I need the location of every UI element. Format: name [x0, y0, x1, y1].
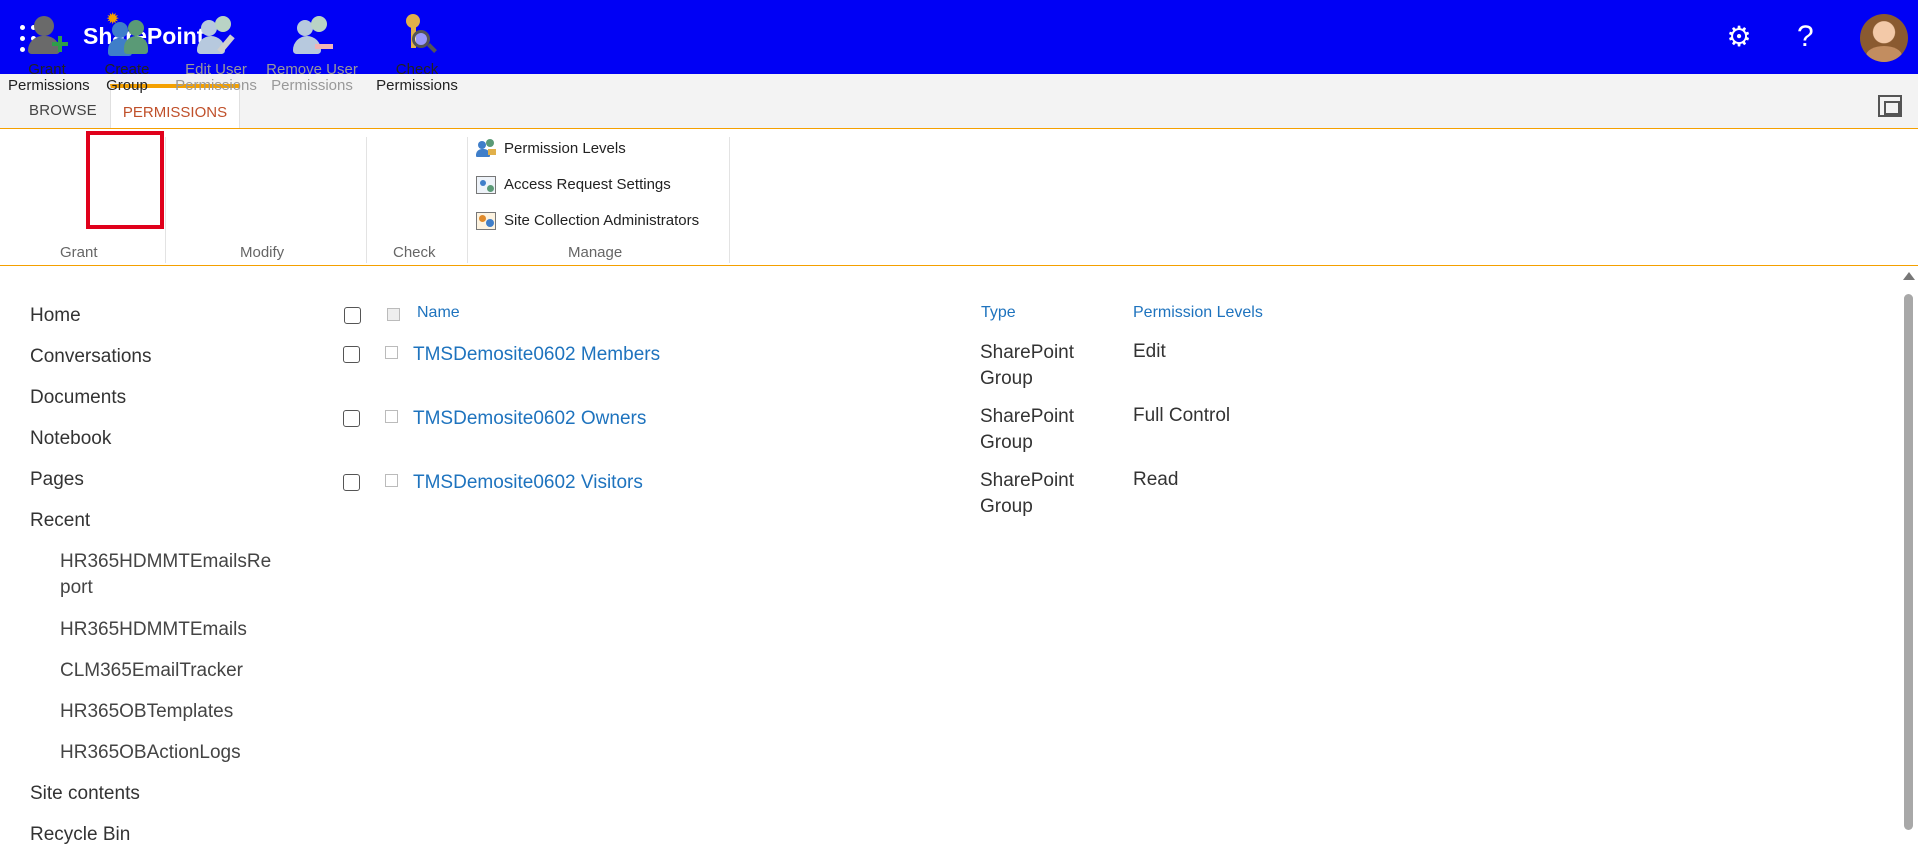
edit-user-permissions-icon: [193, 12, 239, 56]
nav-recycle-bin[interactable]: Recycle Bin: [30, 824, 130, 846]
remove-user-permissions-button[interactable]: Remove User Permissions: [263, 12, 361, 94]
row-permission: Edit: [1133, 341, 1166, 362]
group-link-owners[interactable]: TMSDemosite0602 Owners: [413, 408, 646, 430]
edit-user-permissions-label-2: Permissions: [175, 77, 257, 94]
remove-user-permissions-label-2: Permissions: [271, 77, 353, 94]
create-group-icon: ✹: [104, 12, 150, 56]
access-request-settings-button[interactable]: Access Request Settings: [476, 173, 671, 197]
check-permissions-label-2: Permissions: [376, 77, 458, 94]
row-type: SharePoint Group: [980, 342, 1075, 389]
nav-notebook[interactable]: Notebook: [30, 428, 111, 450]
nav-recent-clm365emailtracker[interactable]: CLM365EmailTracker: [60, 658, 280, 684]
select-all-checkbox[interactable]: [344, 307, 361, 324]
access-request-settings-icon: [476, 175, 498, 195]
ribbon-separator: [467, 137, 468, 263]
ribbon-separator: [366, 137, 367, 263]
site-collection-administrators-icon: [476, 211, 498, 231]
site-collection-administrators-button[interactable]: Site Collection Administrators: [476, 209, 699, 233]
row-permission: Read: [1133, 469, 1179, 490]
nav-site-contents[interactable]: Site contents: [30, 783, 140, 805]
row-checkbox[interactable]: [343, 474, 360, 491]
grant-permissions-button[interactable]: Grant Permissions: [8, 12, 90, 94]
edit-user-permissions-label-1: Edit User: [185, 61, 247, 78]
settings-gear-icon[interactable]: ⚙: [1724, 22, 1754, 52]
row-checkbox[interactable]: [343, 346, 360, 363]
tab-browse[interactable]: BROWSE: [29, 102, 97, 119]
nav-recent-hr365obactionlogs[interactable]: HR365OBActionLogs: [60, 740, 280, 766]
scrollbar-thumb[interactable]: [1904, 294, 1913, 830]
row-type: SharePoint Group: [980, 470, 1075, 517]
access-request-settings-label: Access Request Settings: [504, 176, 671, 193]
group-link-visitors[interactable]: TMSDemosite0602 Visitors: [413, 472, 643, 494]
grant-permissions-icon: [24, 12, 70, 56]
create-group-button[interactable]: ✹ Create Group: [92, 12, 162, 94]
row-item-checkbox[interactable]: [385, 474, 398, 487]
check-permissions-button[interactable]: Check Permissions: [374, 12, 460, 94]
check-permissions-label-1: Check: [395, 61, 439, 78]
nav-recent-hr365obtemplates[interactable]: HR365OBTemplates: [60, 699, 280, 725]
row-permission: Full Control: [1133, 405, 1231, 426]
row-type: SharePoint Group: [980, 406, 1075, 453]
remove-user-permissions-icon: [289, 12, 335, 56]
column-header-name[interactable]: Name: [417, 304, 460, 322]
grant-permissions-label-2: Permissions: [8, 77, 90, 94]
row-checkbox[interactable]: [343, 410, 360, 427]
row-item-checkbox[interactable]: [385, 410, 398, 423]
header-item-checkbox[interactable]: [387, 308, 400, 321]
grant-permissions-label-1: Grant: [28, 61, 66, 78]
focus-on-content-icon[interactable]: [1878, 95, 1902, 117]
create-group-highlight: [86, 131, 164, 229]
nav-conversations[interactable]: Conversations: [30, 346, 151, 368]
remove-user-permissions-label-1: Remove User: [266, 61, 358, 78]
row-item-checkbox[interactable]: [385, 346, 398, 359]
group-label-modify: Modify: [240, 244, 285, 261]
create-group-label-1: Create: [104, 61, 150, 78]
ribbon-separator: [729, 137, 730, 263]
column-header-permission-levels[interactable]: Permission Levels: [1133, 304, 1263, 322]
ribbon-permissions: [0, 129, 1918, 266]
permission-levels-icon: [476, 139, 498, 159]
group-link-members[interactable]: TMSDemosite0602 Members: [413, 344, 660, 366]
scroll-up-arrow-icon[interactable]: [1903, 272, 1915, 280]
help-icon[interactable]: ?: [1797, 20, 1814, 54]
nav-recent-hr365hdmmtemailsreport[interactable]: HR365HDMMTEmailsRe port: [60, 549, 275, 601]
group-label-check: Check: [393, 244, 436, 261]
ribbon-separator: [165, 137, 166, 263]
nav-recent-hr365hdmmtemails[interactable]: HR365HDMMTEmails: [60, 617, 280, 643]
column-header-type[interactable]: Type: [981, 304, 1016, 322]
nav-pages[interactable]: Pages: [30, 469, 84, 491]
edit-user-permissions-button[interactable]: Edit User Permissions: [172, 12, 260, 94]
nav-recent[interactable]: Recent: [30, 510, 90, 532]
vertical-scrollbar[interactable]: [1900, 270, 1916, 868]
nav-documents[interactable]: Documents: [30, 387, 126, 409]
group-label-grant: Grant: [60, 244, 98, 261]
user-avatar[interactable]: [1860, 14, 1908, 62]
nav-home[interactable]: Home: [30, 305, 81, 327]
site-collection-administrators-label: Site Collection Administrators: [504, 212, 700, 229]
check-permissions-icon: [394, 12, 440, 56]
create-group-label-2: Group: [106, 77, 148, 94]
group-label-manage: Manage: [568, 244, 623, 261]
permission-levels-label: Permission Levels: [504, 140, 626, 157]
permission-levels-button[interactable]: Permission Levels: [476, 137, 626, 161]
